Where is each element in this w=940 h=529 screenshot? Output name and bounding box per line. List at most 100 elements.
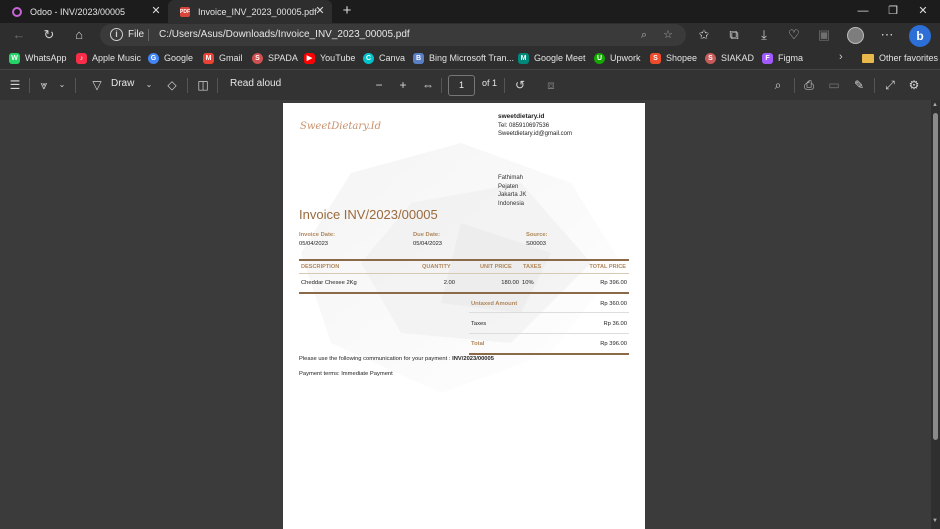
youtube-icon: ▶ [304, 52, 315, 64]
canva-icon: C [363, 52, 374, 64]
favorite-bing-translator[interactable]: B Bing Microsoft Tran... [413, 47, 514, 69]
collections-icon[interactable]: ⧉ [724, 25, 744, 45]
favorite-gmail[interactable]: M Gmail [203, 47, 243, 69]
table-header-rule [299, 273, 629, 274]
navigation-bar: ← ↻ ⌂ i File C:/Users/Asus/Downloads/Inv… [0, 23, 940, 47]
rotate-icon[interactable]: ↺ [513, 77, 527, 93]
taxes-value: Rp 36.00 [603, 321, 627, 327]
favorite-google[interactable]: G Google [148, 47, 193, 69]
favorites-icon[interactable]: ✩ [694, 25, 714, 45]
payment-communication: Please use the following communication f… [299, 356, 494, 362]
page-view-icon[interactable]: ◫ [196, 77, 210, 93]
favorite-label: Google [164, 53, 194, 63]
save-icon[interactable]: ▭ [827, 77, 841, 93]
page-number-input[interactable]: 1 [448, 75, 475, 96]
tab-odoo[interactable]: Odoo - INV/2023/00005 ✕ [0, 0, 168, 23]
address-bar[interactable]: i File C:/Users/Asus/Downloads/Invoice_I… [100, 24, 686, 46]
new-tab-button[interactable]: + [339, 2, 355, 20]
fit-to-width-icon[interactable]: ⇔ [421, 77, 435, 93]
bing-copilot-icon[interactable]: b [909, 25, 931, 47]
siakad-icon: S [705, 52, 716, 64]
chevron-down-icon[interactable]: ⌄ [57, 77, 67, 93]
maximize-button[interactable]: ❐ [878, 0, 908, 23]
two-page-icon[interactable]: ⧈ [544, 77, 558, 93]
read-aloud-button[interactable]: Read aloud [230, 78, 281, 89]
eraser-icon[interactable]: ◇ [165, 77, 179, 93]
favorite-siakad[interactable]: S SIAKAD [705, 47, 754, 69]
save-as-icon[interactable]: ✎ [852, 77, 866, 93]
zoom-out-icon[interactable]: − [372, 77, 386, 93]
customer-address: Fathimah Pejaten Jakarta JK Indonesia [498, 174, 526, 208]
favorite-label: WhatsApp [25, 53, 67, 63]
window-close-button[interactable]: ✕ [908, 0, 938, 23]
profile-avatar[interactable] [847, 27, 864, 44]
untaxed-amount-value: Rp 360.00 [600, 301, 627, 307]
divider [504, 78, 505, 93]
refresh-button[interactable]: ↻ [39, 25, 59, 45]
company-name: sweetdietary.id [498, 113, 545, 120]
contents-icon[interactable]: ☰ [8, 77, 22, 93]
split-screen-icon[interactable]: ▣ [814, 25, 834, 45]
favorite-canva[interactable]: C Canva [363, 47, 405, 69]
favorite-youtube[interactable]: ▶ YouTube [304, 47, 355, 69]
shopee-icon: S [650, 52, 661, 64]
more-options-icon[interactable]: ⋯ [877, 25, 897, 45]
column-header-quantity: QUANTITY [422, 264, 451, 270]
settings-icon[interactable]: ⚙ [907, 77, 921, 93]
minimize-button[interactable]: — [848, 0, 878, 23]
chevron-down-icon[interactable]: ⌄ [144, 77, 154, 93]
company-email: Sweetdietary.id@gmail.com [498, 131, 573, 137]
favorite-label: YouTube [320, 53, 356, 63]
favorite-label: Canva [379, 53, 406, 63]
google-meet-icon: M [518, 52, 529, 64]
chevron-right-icon[interactable]: › [839, 51, 843, 63]
other-favorites[interactable]: Other favorites [862, 47, 938, 69]
search-icon[interactable]: ⌕ [771, 77, 785, 93]
due-date-label: Due Date: [413, 232, 441, 238]
draw-label[interactable]: Draw [111, 78, 134, 89]
communication-reference: INV/2023/00005 [452, 356, 494, 362]
print-icon[interactable]: ⎙ [802, 77, 816, 93]
taxes-label: Taxes [471, 321, 487, 327]
scroll-down-icon[interactable]: ▼ [932, 518, 938, 524]
favorites-bar: W WhatsApp ♪ Apple Music G Google M Gmail SS… [0, 47, 940, 69]
favorite-upwork[interactable]: U Upwork [594, 47, 641, 69]
tab-strip: Odoo - INV/2023/00005 ✕ PDF Invoice_INV_… [0, 0, 940, 23]
column-header-taxes: TAXES [523, 264, 542, 270]
fullscreen-icon[interactable]: ⤢ [883, 77, 897, 93]
favorite-label: Google Meet [534, 53, 586, 63]
favorite-shopee[interactable]: S Shopee [650, 47, 697, 69]
info-icon[interactable]: i [110, 28, 123, 41]
column-header-unit-price: UNIT PRICE [480, 264, 512, 270]
tab-invoice-pdf[interactable]: PDF Invoice_INV_2023_00005.pdf ✕ [168, 0, 332, 23]
add-favorite-icon[interactable]: ☆ [661, 28, 675, 42]
downloads-icon[interactable]: ⤓ [754, 25, 774, 45]
draw-icon[interactable]: ▽ [90, 77, 104, 93]
highlight-icon[interactable]: ⩔ [37, 77, 51, 93]
totals-divider [469, 333, 629, 334]
favorite-figma[interactable]: F Figma [762, 47, 803, 69]
search-icon[interactable]: ⌕ [637, 28, 651, 42]
untaxed-amount-label: Untaxed Amount [471, 301, 518, 307]
home-button[interactable]: ⌂ [69, 25, 89, 45]
close-tab-icon[interactable]: ✕ [150, 5, 162, 17]
odoo-icon [12, 6, 22, 17]
line-description: Cheddar Chesee 2Kg [301, 280, 357, 286]
favorite-google-meet[interactable]: M Google Meet [518, 47, 586, 69]
scroll-up-icon[interactable]: ▲ [932, 102, 938, 108]
column-header-total-price: TOTAL PRICE [589, 264, 626, 270]
close-tab-icon[interactable]: ✕ [314, 5, 326, 17]
favorite-whatsapp[interactable]: W WhatsApp [9, 47, 67, 69]
url-text[interactable]: C:/Users/Asus/Downloads/Invoice_INV_2023… [159, 29, 410, 40]
back-button[interactable]: ← [9, 25, 29, 45]
favorite-spada[interactable]: S SPADA [252, 47, 298, 69]
browser-essentials-icon[interactable]: ♡ [784, 25, 804, 45]
favorite-apple-music[interactable]: ♪ Apple Music [76, 47, 141, 69]
bing-translator-icon: B [413, 52, 424, 64]
favorite-label: Figma [778, 53, 804, 63]
upwork-icon: U [594, 52, 605, 64]
scrollbar-thumb[interactable] [933, 113, 938, 440]
divider [148, 29, 149, 41]
table-top-rule [299, 259, 629, 261]
zoom-in-icon[interactable]: + [396, 77, 410, 93]
